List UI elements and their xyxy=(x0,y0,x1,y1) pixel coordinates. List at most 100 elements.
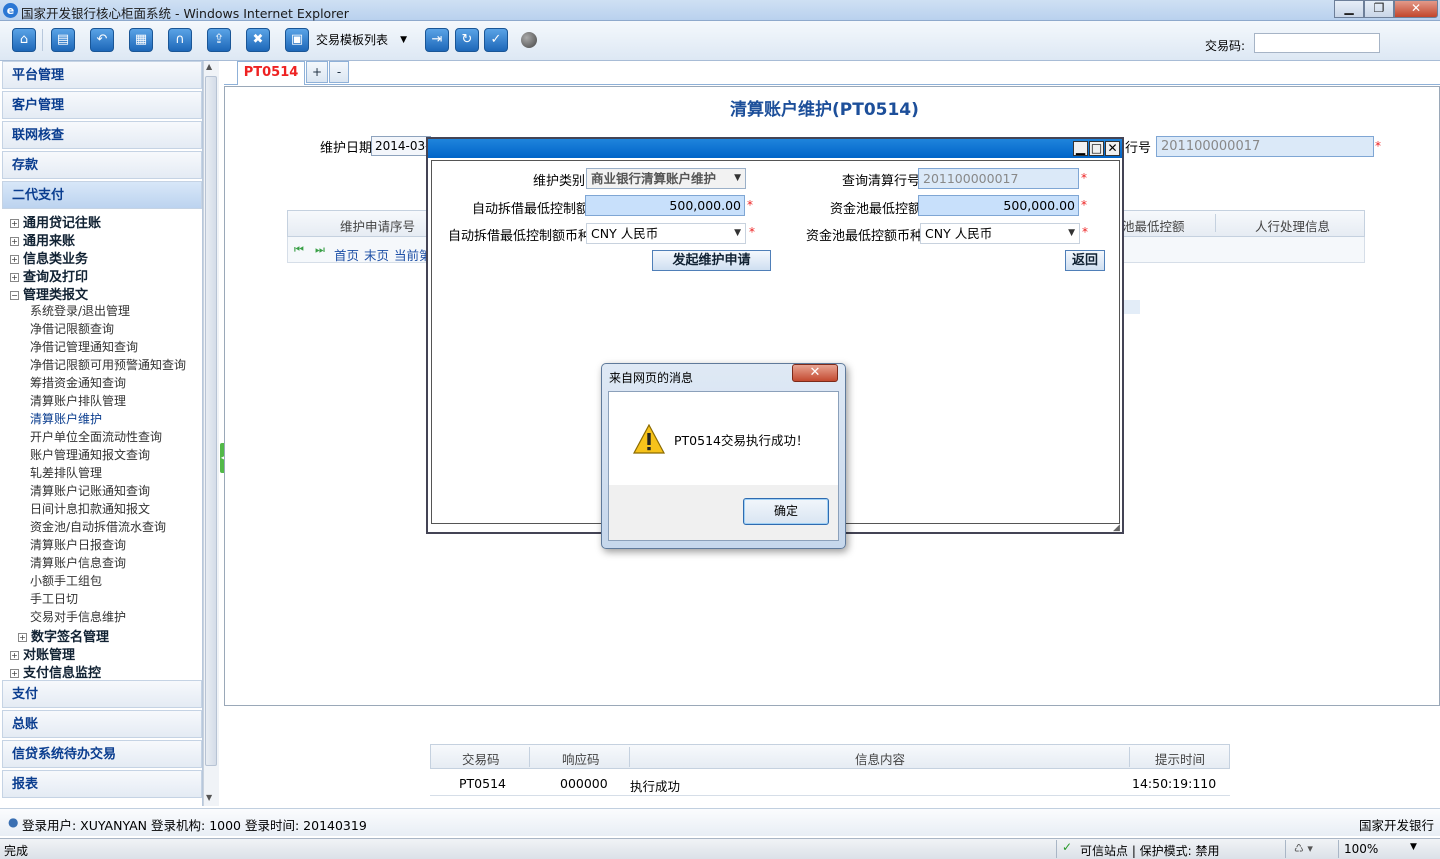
sidebar-section[interactable]: 存款 xyxy=(2,151,202,179)
first-page-link[interactable]: 首页 xyxy=(334,245,359,264)
sidebar-leaf[interactable]: 净借记限额查询 xyxy=(30,320,114,337)
sidebar-section[interactable]: 二代支付 xyxy=(2,181,202,209)
ok-button[interactable]: 确定 xyxy=(743,498,829,525)
tree-node[interactable]: + 对账管理 xyxy=(10,644,75,663)
bank-number-field[interactable]: 201100000017 xyxy=(1156,136,1374,157)
required-mark: * xyxy=(1081,171,1087,185)
sidebar-section[interactable]: 支付 xyxy=(2,680,202,708)
scroll-down-icon[interactable]: ▼ xyxy=(206,793,212,802)
back-icon[interactable]: ↶ xyxy=(90,28,114,52)
auto-min-field[interactable]: 500,000.00 xyxy=(585,195,745,216)
close-window-button[interactable]: ✕ xyxy=(1394,0,1438,18)
first-page-icon[interactable]: ⏮ xyxy=(294,243,304,256)
sidebar-leaf[interactable]: 小额手工组包 xyxy=(30,572,102,589)
txcode-input[interactable] xyxy=(1254,33,1380,53)
zoom-level[interactable]: 100% xyxy=(1344,842,1378,856)
sidebar-section[interactable]: 联网核查 xyxy=(2,121,202,149)
security-icon[interactable]: ♺ ▾ xyxy=(1294,842,1313,855)
sidebar-leaf[interactable]: 清算账户排队管理 xyxy=(30,392,126,409)
tree-node[interactable]: + 信息类业务 xyxy=(10,248,88,267)
trash-icon[interactable]: ✖ xyxy=(246,28,270,52)
result-row[interactable] xyxy=(430,769,1230,796)
sidebar-leaf[interactable]: 系统登录/退出管理 xyxy=(30,302,130,319)
tab-pt0514[interactable]: PT0514 xyxy=(237,61,305,85)
required-mark: * xyxy=(747,198,753,212)
expand-icon[interactable]: + xyxy=(10,669,19,678)
sidebar-section[interactable]: 信贷系统待办交易 xyxy=(2,740,202,768)
resize-grip-icon[interactable]: ◢ xyxy=(1113,523,1120,533)
record-icon[interactable] xyxy=(521,32,537,48)
tree-node[interactable]: − 管理类报文 xyxy=(10,284,88,303)
popup-minimize-button[interactable]: ▁ xyxy=(1073,141,1088,156)
template-icon[interactable]: ▣ xyxy=(285,28,309,52)
sidebar-leaf[interactable]: 清算账户维护 xyxy=(30,410,102,427)
sidebar-leaf[interactable]: 交易对手信息维护 xyxy=(30,608,126,625)
sidebar-leaf[interactable]: 开户单位全面流动性查询 xyxy=(30,428,162,445)
document-icon[interactable]: ▦ xyxy=(129,28,153,52)
collapse-icon[interactable]: − xyxy=(10,291,19,300)
sidebar-leaf[interactable]: 筹措资金通知查询 xyxy=(30,374,126,391)
pool-min-field[interactable]: 500,000.00 xyxy=(918,195,1079,216)
tree-node[interactable]: + 数字签名管理 xyxy=(18,626,109,645)
result-divider xyxy=(1229,747,1230,767)
sidebar-leaf[interactable]: 日间计息扣款通知报文 xyxy=(30,500,150,517)
upload-icon[interactable]: ⇪ xyxy=(207,28,231,52)
login-icon[interactable]: ⇥ xyxy=(425,28,449,52)
layout-icon[interactable]: ▤ xyxy=(51,28,75,52)
expand-icon[interactable]: + xyxy=(10,237,19,246)
expand-icon[interactable]: + xyxy=(10,273,19,282)
last-page-icon[interactable]: ⏭ xyxy=(315,243,325,256)
zoom-dropdown-icon[interactable]: ▼ xyxy=(1410,842,1417,852)
home-icon[interactable]: ⌂ xyxy=(12,28,36,52)
refresh-icon[interactable]: ↻ xyxy=(455,28,479,52)
tree-node[interactable]: + 通用来账 xyxy=(10,230,75,249)
sidebar-leaf[interactable]: 清算账户信息查询 xyxy=(30,554,126,571)
popup-close-button[interactable]: ✕ xyxy=(1105,141,1120,156)
template-select[interactable]: 交易模板列表 ▼ xyxy=(312,30,410,50)
minimize-button[interactable]: ▁ xyxy=(1334,0,1364,18)
submit-maintenance-button[interactable]: 发起维护申请 xyxy=(652,250,771,271)
date-field[interactable]: 2014-03- xyxy=(371,136,431,156)
tree-node-label: 通用来账 xyxy=(23,234,76,249)
last-page-link[interactable]: 末页 xyxy=(364,245,389,264)
tree-node[interactable]: + 查询及打印 xyxy=(10,266,88,285)
sidebar-leaf[interactable]: 资金池/自动拆借流水查询 xyxy=(30,518,166,535)
trusted-zone[interactable]: 可信站点 | 保护模式: 禁用 xyxy=(1080,842,1220,859)
query-bank-field[interactable]: 201100000017 xyxy=(918,168,1079,189)
sidebar-leaf[interactable]: 轧差排队管理 xyxy=(30,464,102,481)
sidebar-section[interactable]: 报表 xyxy=(2,770,202,798)
check-icon[interactable]: ✓ xyxy=(484,28,508,52)
remove-tab-button[interactable]: - xyxy=(329,61,349,83)
popup-titlebar[interactable] xyxy=(428,139,1122,158)
tree-node[interactable]: + 通用贷记往账 xyxy=(10,212,101,231)
expand-icon[interactable]: + xyxy=(18,633,27,642)
sidebar-scroll-thumb[interactable] xyxy=(205,76,217,766)
headset-icon[interactable]: ∩ xyxy=(168,28,192,52)
expand-icon[interactable]: + xyxy=(10,651,19,660)
scroll-up-icon[interactable]: ▲ xyxy=(206,62,212,71)
sidebar-section[interactable]: 客户管理 xyxy=(2,91,202,119)
sidebar-leaf[interactable]: 清算账户日报查询 xyxy=(30,536,126,553)
sidebar-section[interactable]: 平台管理 xyxy=(2,61,202,89)
chevron-down-icon: ▼ xyxy=(1068,228,1075,238)
pool-ccy-select[interactable]: CNY 人民币 ▼ xyxy=(920,223,1080,244)
back-button[interactable]: 返回 xyxy=(1065,250,1105,271)
sidebar-leaf[interactable]: 净借记限额可用预警通知查询 xyxy=(30,356,186,373)
sidebar-leaf[interactable]: 手工日切 xyxy=(30,590,78,607)
expand-icon[interactable]: + xyxy=(10,255,19,264)
sidebar-section[interactable]: 总账 xyxy=(2,710,202,738)
popup-maximize-button[interactable]: □ xyxy=(1089,141,1104,156)
type-select[interactable]: 商业银行清算账户维护 ▼ xyxy=(586,168,746,189)
message-close-button[interactable]: ✕ xyxy=(792,364,838,382)
restore-button[interactable]: ❐ xyxy=(1364,0,1394,18)
page-title: 清算账户维护(PT0514) xyxy=(730,100,919,120)
sidebar-leaf[interactable]: 清算账户记账通知查询 xyxy=(30,482,150,499)
add-tab-button[interactable]: + xyxy=(306,61,328,83)
result-info: 执行成功 xyxy=(630,779,681,794)
sidebar-leaf[interactable]: 净借记管理通知查询 xyxy=(30,338,138,355)
expand-icon[interactable]: + xyxy=(10,219,19,228)
sidebar-leaf[interactable]: 账户管理通知报文查询 xyxy=(30,446,150,463)
tree-node[interactable]: + 支付信息监控 xyxy=(10,662,101,681)
auto-min-label: 自动拆借最低控制额 xyxy=(472,202,590,217)
auto-ccy-select[interactable]: CNY 人民币 ▼ xyxy=(586,223,746,244)
